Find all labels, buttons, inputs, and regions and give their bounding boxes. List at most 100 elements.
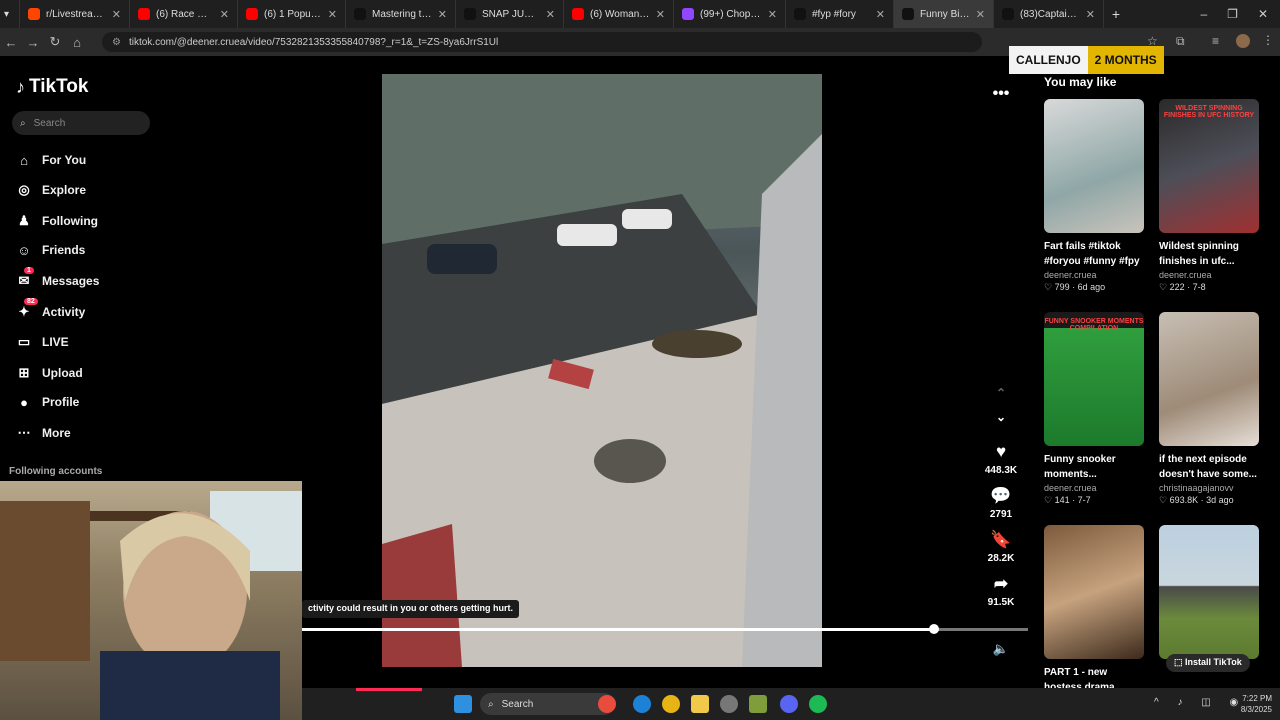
browser-tab[interactable]: (99+) Chopper vs ✕	[674, 0, 786, 28]
video-progress-bar[interactable]	[302, 624, 1028, 634]
video-thumbnail[interactable]	[1044, 525, 1144, 659]
tab-title: Funny Bicycle	[920, 8, 970, 20]
browser-tab[interactable]: (6) Woman is Con ✕	[564, 0, 674, 28]
new-tab-button[interactable]: +	[1104, 0, 1128, 28]
install-tiktok-button[interactable]: ⬚ Install TikTok	[1166, 654, 1250, 672]
sidebar-item-live[interactable]: ▭ LIVE	[16, 334, 69, 350]
profile-avatar[interactable]	[1236, 34, 1250, 48]
windows-start-icon[interactable]	[454, 695, 472, 713]
share-button[interactable]: ➦ 91.5K	[978, 574, 1024, 608]
chrome-icon[interactable]	[662, 695, 680, 713]
video-thumbnail[interactable]	[1159, 312, 1259, 446]
card-author[interactable]: deener.cruea	[1044, 270, 1144, 280]
sidebar-item-messages[interactable]: ✉ 1 Messages	[16, 267, 99, 289]
browser-tab[interactable]: #fyp #fory ✕	[786, 0, 894, 28]
game-app-icon[interactable]	[749, 695, 767, 713]
browser-tab[interactable]: (6) 1 Populist vs 2 ✕	[238, 0, 346, 28]
browser-tab[interactable]: (6) Race Highligh ✕	[130, 0, 238, 28]
sidebar-item-label: LIVE	[42, 335, 69, 349]
taskbar-clock[interactable]: 7:22 PM 8/3/2025	[1241, 693, 1272, 715]
media-control-icon[interactable]: ≡	[1212, 34, 1219, 48]
sidebar-item-for-you[interactable]: ⌂ For You	[16, 152, 86, 168]
tab-close-icon[interactable]: ✕	[768, 8, 777, 21]
tab-close-icon[interactable]: ✕	[876, 8, 885, 21]
sidebar-item-following[interactable]: ♟ Following	[16, 213, 98, 229]
card-likes: 693.8K	[1169, 495, 1199, 505]
tab-close-icon[interactable]: ✕	[656, 8, 665, 21]
watermelon-app-icon[interactable]	[598, 695, 616, 713]
save-count: 28.2K	[987, 553, 1015, 564]
taskbar-accent	[356, 688, 422, 691]
recommend-card[interactable]: WILDEST SPINNING FINISHES IN UFC HISTORY…	[1159, 99, 1259, 293]
sidebar-item-friends[interactable]: ☺ Friends	[16, 242, 85, 258]
browser-tab[interactable]: Funny Bicycle ✕	[894, 0, 994, 28]
forward-icon[interactable]: →	[22, 35, 44, 50]
recommend-card[interactable]: Fart fails #tiktok #foryou #funny #fpy de…	[1044, 99, 1144, 293]
like-button[interactable]: ♥ 448.3K	[978, 442, 1024, 476]
tab-title: (83)Captain Fligh	[1020, 8, 1080, 20]
reload-icon[interactable]: ↻	[44, 34, 66, 50]
logo-text: TikTok	[29, 76, 89, 97]
back-icon[interactable]: ←	[0, 35, 22, 50]
file-explorer-icon[interactable]	[691, 695, 709, 713]
tab-close-icon[interactable]: ✕	[438, 8, 447, 21]
video-thumbnail[interactable]: Funny Snooker Moments Compilation	[1044, 312, 1144, 446]
browser-tab[interactable]: SNAP JUDGMENT ✕	[456, 0, 564, 28]
tab-close-icon[interactable]: ✕	[976, 8, 985, 21]
progress-knob[interactable]	[928, 624, 939, 634]
more-options-icon[interactable]: •••	[978, 85, 1024, 103]
search-input[interactable]: ⌕ Search	[12, 111, 150, 135]
extensions-icon[interactable]: ⧉	[1176, 34, 1185, 49]
video-thumbnail[interactable]	[1159, 525, 1259, 659]
sidebar-item-explore[interactable]: ◎ Explore	[16, 182, 86, 198]
spotify-icon[interactable]	[809, 695, 827, 713]
previous-video-icon[interactable]: ⌃	[978, 386, 1024, 400]
sidebar-item-upload[interactable]: ⊞ Upload	[16, 365, 83, 381]
tab-close-icon[interactable]: ✕	[546, 8, 555, 21]
recommend-card[interactable]: if the next episode doesn't have some...…	[1159, 312, 1259, 506]
volume-icon[interactable]: 🔈	[978, 641, 1024, 657]
sidebar-item-label: More	[42, 426, 71, 440]
url-field[interactable]: ⚙ tiktok.com/@deener.cruea/video/7532821…	[102, 32, 982, 52]
next-video-icon[interactable]: ⌄	[978, 410, 1024, 424]
tab-close-icon[interactable]: ✕	[1086, 8, 1095, 21]
browser-tab[interactable]: r/LivestreamFail ✕	[20, 0, 130, 28]
tab-search-dropdown-icon[interactable]: ▾	[0, 0, 20, 28]
recommend-card[interactable]: PART 1 - new hostess drama	[1044, 525, 1144, 695]
tab-title: (6) Woman is Con	[590, 8, 650, 20]
obs-icon[interactable]	[720, 695, 738, 713]
video-thumbnail[interactable]	[1044, 99, 1144, 233]
compass-icon: ◎	[18, 182, 30, 197]
video-thumbnail[interactable]: WILDEST SPINNING FINISHES IN UFC HISTORY	[1159, 99, 1259, 233]
site-info-icon[interactable]: ⚙	[112, 37, 121, 48]
tab-favicon-icon	[794, 8, 806, 20]
edge-icon[interactable]	[633, 695, 651, 713]
taskbar-search[interactable]: ⌕ Search	[480, 693, 615, 715]
tab-close-icon[interactable]: ✕	[220, 8, 229, 21]
recommend-card[interactable]: ♡ 16.2K · 4d ago	[1159, 525, 1259, 708]
card-author[interactable]: christinaagajanovv	[1159, 483, 1259, 493]
tab-close-icon[interactable]: ✕	[328, 8, 337, 21]
browser-tab[interactable]: Mastering the Un ✕	[346, 0, 456, 28]
friends-icon: ☺	[17, 242, 31, 258]
sidebar-item-profile[interactable]: ● Profile	[16, 394, 79, 410]
maximize-icon[interactable]: ❐	[1227, 7, 1238, 21]
system-tray[interactable]: ^ ♪ ◫ ◉	[1154, 697, 1246, 708]
recommend-card[interactable]: Funny Snooker Moments Compilation Funny s…	[1044, 312, 1144, 506]
close-window-icon[interactable]: ✕	[1258, 7, 1268, 21]
video-frame-illustration	[382, 74, 822, 667]
sidebar-item-more[interactable]: ⋯ More	[16, 425, 71, 441]
browser-tab[interactable]: (83)Captain Fligh ✕	[994, 0, 1104, 28]
sidebar-item-activity[interactable]: ✦ 82 Activity	[16, 298, 85, 320]
save-button[interactable]: 🔖 28.2K	[978, 530, 1024, 564]
discord-icon[interactable]	[780, 695, 798, 713]
tab-close-icon[interactable]: ✕	[112, 8, 121, 21]
video-player[interactable]	[382, 74, 822, 667]
browser-menu-icon[interactable]: ⋮	[1262, 33, 1274, 47]
card-author[interactable]: deener.cruea	[1044, 483, 1144, 493]
card-author[interactable]: deener.cruea	[1159, 270, 1259, 280]
home-browser-icon[interactable]: ⌂	[66, 35, 88, 50]
comment-button[interactable]: 💬 2791	[978, 486, 1024, 520]
tiktok-logo[interactable]: ♪ TikTok	[16, 76, 88, 98]
minimize-icon[interactable]: –	[1200, 7, 1207, 21]
